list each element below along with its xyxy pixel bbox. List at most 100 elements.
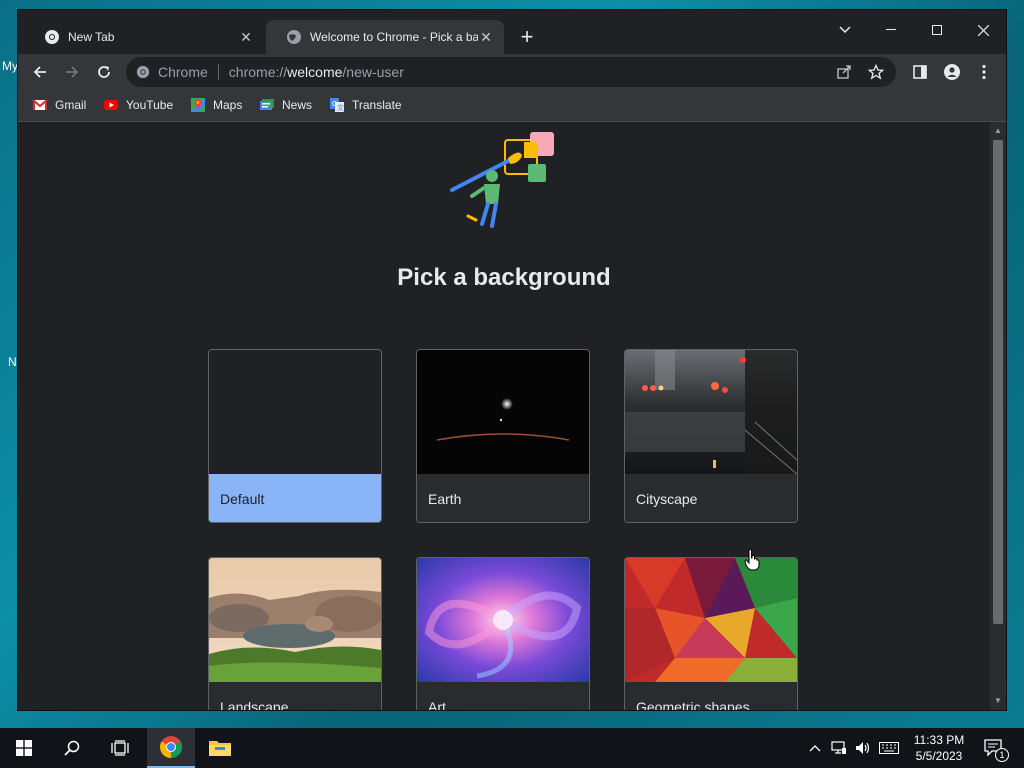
chrome-icon	[136, 65, 150, 79]
site-chip-label: Chrome	[158, 64, 208, 80]
speaker-icon	[856, 742, 870, 754]
background-option-earth[interactable]: Earth	[416, 349, 590, 523]
scroll-up-icon[interactable]: ▲	[990, 124, 1006, 138]
tab-new-tab[interactable]: New Tab ✕	[24, 20, 264, 54]
minimize-button[interactable]	[868, 16, 914, 44]
bookmark-label: Gmail	[55, 98, 87, 112]
background-option-landscape[interactable]: Landscape	[208, 557, 382, 710]
minimize-icon	[886, 29, 896, 30]
bookmark-news[interactable]: News	[259, 97, 312, 113]
chevron-up-icon	[809, 745, 821, 752]
bookmark-star-icon[interactable]	[868, 64, 884, 80]
folder-icon	[209, 741, 231, 756]
painter-illustration-icon	[450, 132, 554, 228]
kebab-menu-icon	[982, 64, 986, 80]
background-thumbnail	[209, 350, 381, 474]
show-hidden-icons-button[interactable]	[806, 728, 824, 768]
notification-count-badge: 1	[995, 748, 1009, 762]
bookmark-label: Maps	[213, 98, 243, 112]
menu-button[interactable]	[972, 60, 996, 84]
desktop-icon-label: My	[2, 59, 18, 73]
scroll-down-icon[interactable]: ▼	[990, 694, 1006, 708]
background-option-art[interactable]: Art	[416, 557, 590, 710]
clock-date: 5/5/2023	[915, 749, 963, 763]
background-option-geometric-shapes[interactable]: Geometric shapes	[624, 557, 798, 710]
background-label: Earth	[417, 474, 589, 522]
background-label: Default	[209, 474, 381, 522]
background-option-cityscape[interactable]: Cityscape	[624, 349, 798, 523]
youtube-icon	[104, 100, 118, 110]
landscape-thumbnail	[209, 558, 381, 682]
url-host: welcome	[287, 64, 343, 80]
background-option-default[interactable]: Default	[208, 349, 382, 523]
network-button[interactable]	[828, 728, 850, 768]
bookmark-youtube[interactable]: YouTube	[103, 97, 173, 113]
bookmark-label: Translate	[352, 98, 402, 112]
tab-title: New Tab	[68, 30, 115, 44]
bookmark-gmail[interactable]: Gmail	[32, 97, 86, 113]
site-chip[interactable]: Chrome	[126, 64, 208, 80]
network-icon	[831, 741, 846, 754]
scroll-thumb[interactable]	[993, 140, 1003, 624]
close-tab-icon[interactable]: ✕	[478, 29, 494, 45]
close-window-button[interactable]	[960, 16, 1006, 44]
taskbar-chrome[interactable]	[147, 728, 195, 768]
notifications-button[interactable]: 1	[980, 728, 1009, 768]
side-panel-button[interactable]	[908, 60, 932, 84]
search-icon	[64, 740, 80, 756]
page-scrollbar[interactable]: ▲ ▼	[990, 122, 1006, 710]
bookmark-label: YouTube	[126, 98, 174, 112]
maximize-icon	[932, 25, 942, 35]
bookmark-translate[interactable]: G文 Translate	[329, 97, 402, 113]
keyboard-button[interactable]	[876, 728, 902, 768]
bookmark-label: News	[282, 98, 313, 112]
taskbar: 11:33 PM 5/5/2023 1	[0, 728, 1024, 768]
new-tab-button[interactable]: +	[515, 26, 539, 50]
back-arrow-icon	[33, 66, 46, 78]
task-view-button[interactable]	[96, 728, 144, 768]
back-button[interactable]	[28, 60, 52, 84]
forward-arrow-icon	[66, 66, 79, 78]
tab-search-button[interactable]	[822, 16, 868, 44]
profile-button[interactable]	[940, 60, 964, 84]
share-icon[interactable]	[836, 64, 852, 80]
maximize-button[interactable]	[914, 16, 960, 44]
translate-icon: G文	[330, 98, 344, 112]
tab-title: Welcome to Chrome - Pick a background	[310, 30, 478, 44]
task-view-icon	[111, 740, 129, 756]
background-label: Art	[417, 682, 589, 710]
page-content: Pick a background Default Earth Cityscap…	[18, 122, 990, 710]
start-button[interactable]	[0, 728, 48, 768]
taskbar-clock[interactable]: 11:33 PM 5/5/2023	[904, 732, 974, 764]
url-path: /new-user	[342, 64, 404, 80]
maps-icon	[191, 98, 205, 112]
tab-welcome[interactable]: Welcome to Chrome - Pick a background ✕	[266, 20, 504, 54]
background-label: Geometric shapes	[625, 682, 797, 710]
reload-button[interactable]	[92, 60, 116, 84]
side-panel-icon	[913, 65, 927, 79]
search-button[interactable]	[48, 728, 96, 768]
forward-button[interactable]	[60, 60, 84, 84]
url-scheme: chrome://	[228, 64, 288, 80]
svg-text:文: 文	[337, 103, 344, 112]
taskbar-file-explorer[interactable]	[196, 728, 244, 768]
bookmark-maps[interactable]: Maps	[190, 97, 242, 113]
geometric-shapes-thumbnail	[625, 558, 797, 682]
background-label: Landscape	[209, 682, 381, 710]
address-bar[interactable]: Chrome chrome://welcome/new-user	[126, 57, 896, 87]
url-text: chrome://welcome/new-user	[229, 64, 404, 80]
omnibox-separator	[217, 64, 219, 80]
chrome-icon	[45, 30, 59, 44]
windows-icon	[16, 740, 32, 756]
gmail-icon	[32, 99, 48, 110]
keyboard-icon	[879, 742, 899, 754]
close-tab-icon[interactable]: ✕	[238, 29, 254, 45]
clock-time: 11:33 PM	[913, 733, 965, 747]
chevron-down-icon	[839, 26, 851, 34]
earth-thumbnail	[417, 350, 589, 474]
chrome-logo-icon	[160, 736, 182, 758]
browser-toolbar: Chrome chrome://welcome/new-user	[18, 54, 1006, 90]
tab-strip: New Tab ✕ Welcome to Chrome - Pick a bac…	[18, 10, 1006, 54]
profile-icon	[944, 64, 960, 80]
volume-button[interactable]	[852, 728, 874, 768]
